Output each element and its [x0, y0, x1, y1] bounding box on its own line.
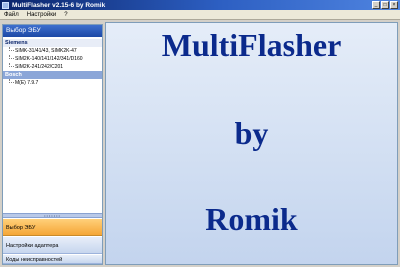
- tree-branch-line: [9, 55, 14, 59]
- tree-group-siemens[interactable]: Siemens: [3, 39, 102, 47]
- tree-branch-line: [9, 63, 14, 67]
- tree-item-label: M(E) 7.9.7: [15, 80, 39, 86]
- tree-item-sim2k-140[interactable]: SIM2K-140/141/142/341/D160: [3, 55, 102, 63]
- tree-item-label: SIMK-31/41/43, SIMK2K-47: [15, 48, 77, 54]
- tree-item-simk-31[interactable]: SIMK-31/41/43, SIMK2K-47: [3, 47, 102, 55]
- splash-by: by: [234, 115, 269, 151]
- nav-button-adapter-settings[interactable]: Настройки адаптера: [3, 236, 102, 254]
- menu-help[interactable]: ?: [60, 10, 71, 20]
- tree-item-sim2k-241[interactable]: SIM2K-241/242/C201: [3, 63, 102, 71]
- tree-item-me797[interactable]: M(E) 7.9.7: [3, 79, 102, 87]
- tree-item-label: SIM2K-140/141/142/341/D160: [15, 56, 83, 62]
- menu-bar: Файл Настройки ?: [0, 10, 400, 20]
- title-bar[interactable]: MultiFlasher v2.15-6 by Romik _ □ ×: [0, 0, 400, 10]
- main-panel: MultiFlasher by Romik: [105, 22, 398, 265]
- tree-branch-line: [9, 47, 14, 51]
- nav-button-fault-codes[interactable]: Коды неисправностей: [3, 254, 102, 264]
- nav-button-ecu-select[interactable]: Выбор ЭБУ: [3, 218, 102, 236]
- tree-item-label: SIM2K-241/242/C201: [15, 64, 64, 70]
- ecu-sidebar: Выбор ЭБУ Siemens SIMK-31/41/43, SIMK2K-…: [2, 24, 103, 265]
- menu-file[interactable]: Файл: [0, 10, 23, 20]
- app-icon: [2, 1, 9, 9]
- window-title: MultiFlasher v2.15-6 by Romik: [12, 1, 106, 9]
- ecu-tree: Siemens SIMK-31/41/43, SIMK2K-47 SIM2K-1…: [3, 39, 102, 87]
- tree-group-bosch[interactable]: Bosch: [3, 71, 102, 79]
- splash-author: Romik: [205, 201, 298, 237]
- menu-settings[interactable]: Настройки: [23, 10, 60, 20]
- window-controls: _ □ ×: [372, 1, 398, 9]
- close-icon[interactable]: ×: [390, 1, 398, 9]
- minimize-icon[interactable]: _: [372, 1, 380, 9]
- maximize-icon[interactable]: □: [381, 1, 389, 9]
- tree-branch-line: [9, 79, 14, 83]
- splash-title: MultiFlasher: [161, 27, 342, 63]
- sidebar-header: Выбор ЭБУ: [3, 25, 102, 37]
